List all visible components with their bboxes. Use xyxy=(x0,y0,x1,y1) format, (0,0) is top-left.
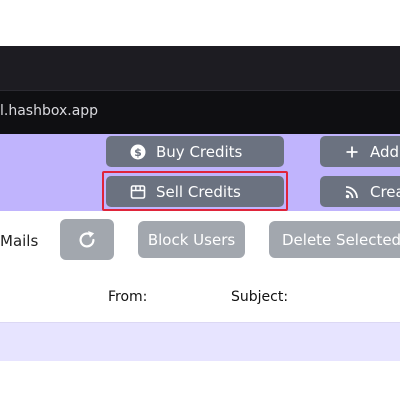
block-users-button[interactable]: Block Users xyxy=(138,221,245,258)
store-icon xyxy=(130,184,146,199)
plus-icon xyxy=(346,146,358,157)
create-button[interactable]: Crea xyxy=(320,176,400,207)
delete-selected-label: Delete Selected xyxy=(282,230,400,249)
sell-credits-button[interactable]: Sell Credits xyxy=(106,176,284,207)
refresh-icon xyxy=(79,230,95,247)
page-top-margin xyxy=(0,0,400,46)
add-label: Add xyxy=(370,142,400,161)
add-button[interactable]: Add xyxy=(320,136,400,167)
buy-credits-label: Buy Credits xyxy=(156,142,243,161)
block-users-label: Block Users xyxy=(147,230,236,249)
svg-text:$: $ xyxy=(134,146,142,159)
dollar-coin-icon: $ xyxy=(130,144,146,159)
delete-selected-button[interactable]: Delete Selected xyxy=(269,221,400,258)
column-header-subject: Subject: xyxy=(231,289,289,305)
refresh-button[interactable] xyxy=(60,219,114,260)
column-header-from: From: xyxy=(108,289,148,305)
browser-tab-strip xyxy=(0,46,400,90)
mails-heading: Mails xyxy=(0,232,39,250)
buy-credits-button[interactable]: $ Buy Credits xyxy=(106,136,284,167)
table-row[interactable] xyxy=(0,323,400,361)
create-label: Crea xyxy=(370,182,400,201)
address-bar-url[interactable]: l.hashbox.app xyxy=(0,100,98,122)
sell-credits-label: Sell Credits xyxy=(156,182,241,201)
rss-icon xyxy=(345,185,358,198)
